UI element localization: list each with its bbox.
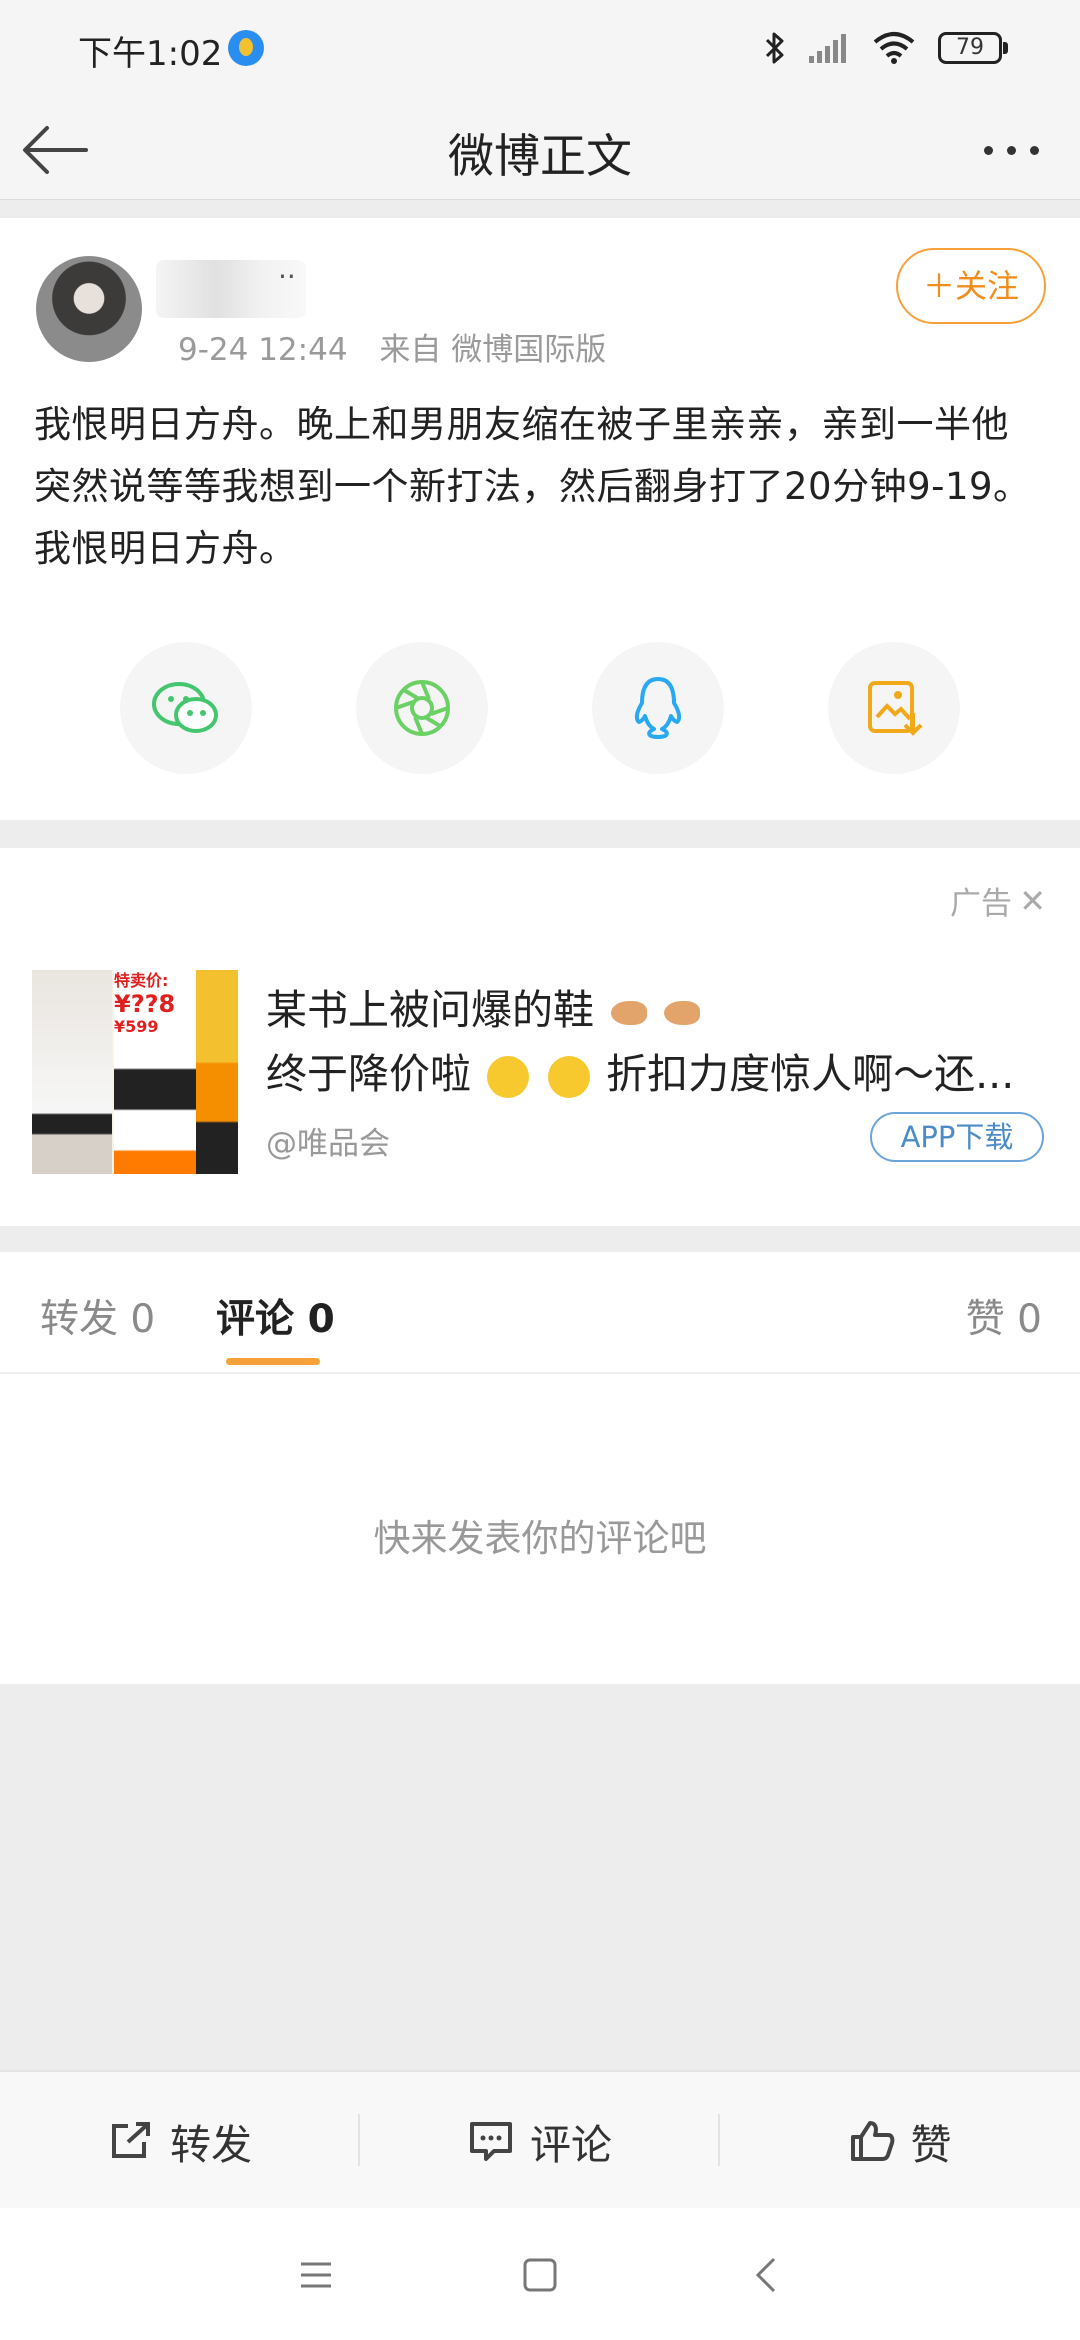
app-notification-icon [228, 30, 264, 66]
repost-button[interactable]: 转发 [0, 2072, 360, 2210]
like-button[interactable]: 赞 [720, 2072, 1080, 2210]
interaction-tabs: 转发 0 评论 0 赞 0 [0, 1252, 1080, 1374]
share-qq-button[interactable] [592, 642, 724, 774]
like-label: 赞 [910, 2121, 952, 2169]
share-moments-button[interactable] [356, 642, 488, 774]
share-row [0, 642, 1080, 776]
empty-comments-message: 快来发表你的评论吧 [373, 1517, 707, 1560]
thumbs-up-icon [850, 2121, 894, 2161]
top-nav-bar: 微博正文 [0, 100, 1080, 200]
wifi-icon [873, 32, 915, 64]
post-timestamp: 9-24 12:44 [178, 332, 348, 368]
wechat-icon [152, 682, 218, 733]
save-image-icon [868, 681, 923, 736]
post-meta: 9-24 12:44 来自 微博国际版 [178, 324, 606, 369]
battery-indicator: 79 [938, 32, 1008, 64]
active-tab-indicator [226, 1358, 320, 1365]
ad-title-text: 某书上被问爆的鞋 [266, 986, 594, 1034]
pointing-hand-icon [664, 1001, 701, 1025]
menu-icon[interactable] [286, 2248, 346, 2302]
ad-source[interactable]: @唯品会 [266, 1118, 390, 1163]
repost-label: 转发 [170, 2121, 252, 2169]
close-icon[interactable]: ✕ [1019, 882, 1046, 920]
tab-repost[interactable]: 转发 0 [40, 1288, 155, 1344]
avatar[interactable] [36, 256, 142, 362]
ad-price-value: ¥??8 [114, 990, 176, 1018]
post-source: 来自 微博国际版 [379, 332, 607, 368]
qq-icon [634, 677, 682, 739]
ad-image-left-panel [32, 970, 112, 1174]
tab-comments[interactable]: 评论 0 [216, 1288, 335, 1344]
app-download-button[interactable]: APP下载 [870, 1112, 1044, 1162]
ad-original-price: ¥599 [114, 1017, 159, 1036]
ad-title-line1: 某书上被问爆的鞋 [266, 976, 701, 1036]
status-bar: 下午1:02 79 [0, 0, 1080, 100]
pointing-hand-icon [611, 1001, 648, 1025]
battery-level: 79 [956, 35, 984, 60]
follow-button[interactable]: ＋关注 [896, 248, 1046, 324]
ad-card[interactable]: 广告 ✕ 特卖价: ¥??8 ¥599 某书上被问爆的鞋 终于降价啦 折扣力度惊… [0, 848, 1080, 1226]
ad-subtitle-end: 折扣力度惊人啊～还... [606, 1050, 1015, 1098]
ad-image[interactable]: 特卖价: ¥??8 ¥599 [32, 970, 238, 1174]
bluetooth-icon [765, 32, 784, 64]
save-image-button[interactable] [828, 642, 960, 774]
moments-icon [394, 680, 450, 736]
ad-price-label: 特卖价: [114, 971, 169, 990]
system-back-icon[interactable] [736, 2248, 796, 2302]
page-title: 微博正文 [448, 129, 632, 183]
signal-icon [809, 34, 846, 63]
ad-image-right-panel [196, 970, 238, 1174]
bottom-action-bar: 转发 评论 赞 [0, 2070, 1080, 2208]
system-navigation-bar [0, 2208, 1080, 2340]
username-suffix: ·· [278, 260, 296, 293]
status-icons: 79 [764, 26, 1008, 70]
ad-image-price: 特卖价: ¥??8 ¥599 [114, 972, 175, 1036]
more-dots-icon[interactable] [984, 140, 1054, 160]
tab-likes[interactable]: 赞 0 [966, 1288, 1042, 1344]
ad-subtitle-start: 终于降价啦 [266, 1050, 471, 1098]
crying-face-icon [487, 1056, 530, 1098]
status-time: 下午1:02 [78, 34, 223, 74]
comment-label: 评论 [530, 2121, 612, 2169]
share-wechat-button[interactable] [120, 642, 252, 774]
home-icon[interactable] [510, 2248, 570, 2302]
comment-icon [470, 2122, 512, 2161]
comment-button[interactable]: 评论 [360, 2072, 720, 2210]
crying-face-icon [548, 1056, 591, 1098]
comments-area: 快来发表你的评论吧 [0, 1374, 1080, 1684]
post-body-text: 我恨明日方舟。晚上和男朋友缩在被子里亲亲，亲到一半他突然说等等我想到一个新打法，… [34, 403, 1031, 570]
ad-title-line2: 终于降价啦 折扣力度惊人啊～还... [266, 1040, 1026, 1100]
weibo-post: ·· 9-24 12:44 来自 微博国际版 ＋关注 我恨明日方舟。晚上和男朋友… [0, 218, 1080, 820]
repost-icon [112, 2122, 150, 2158]
ad-label: 广告 [950, 886, 1012, 922]
